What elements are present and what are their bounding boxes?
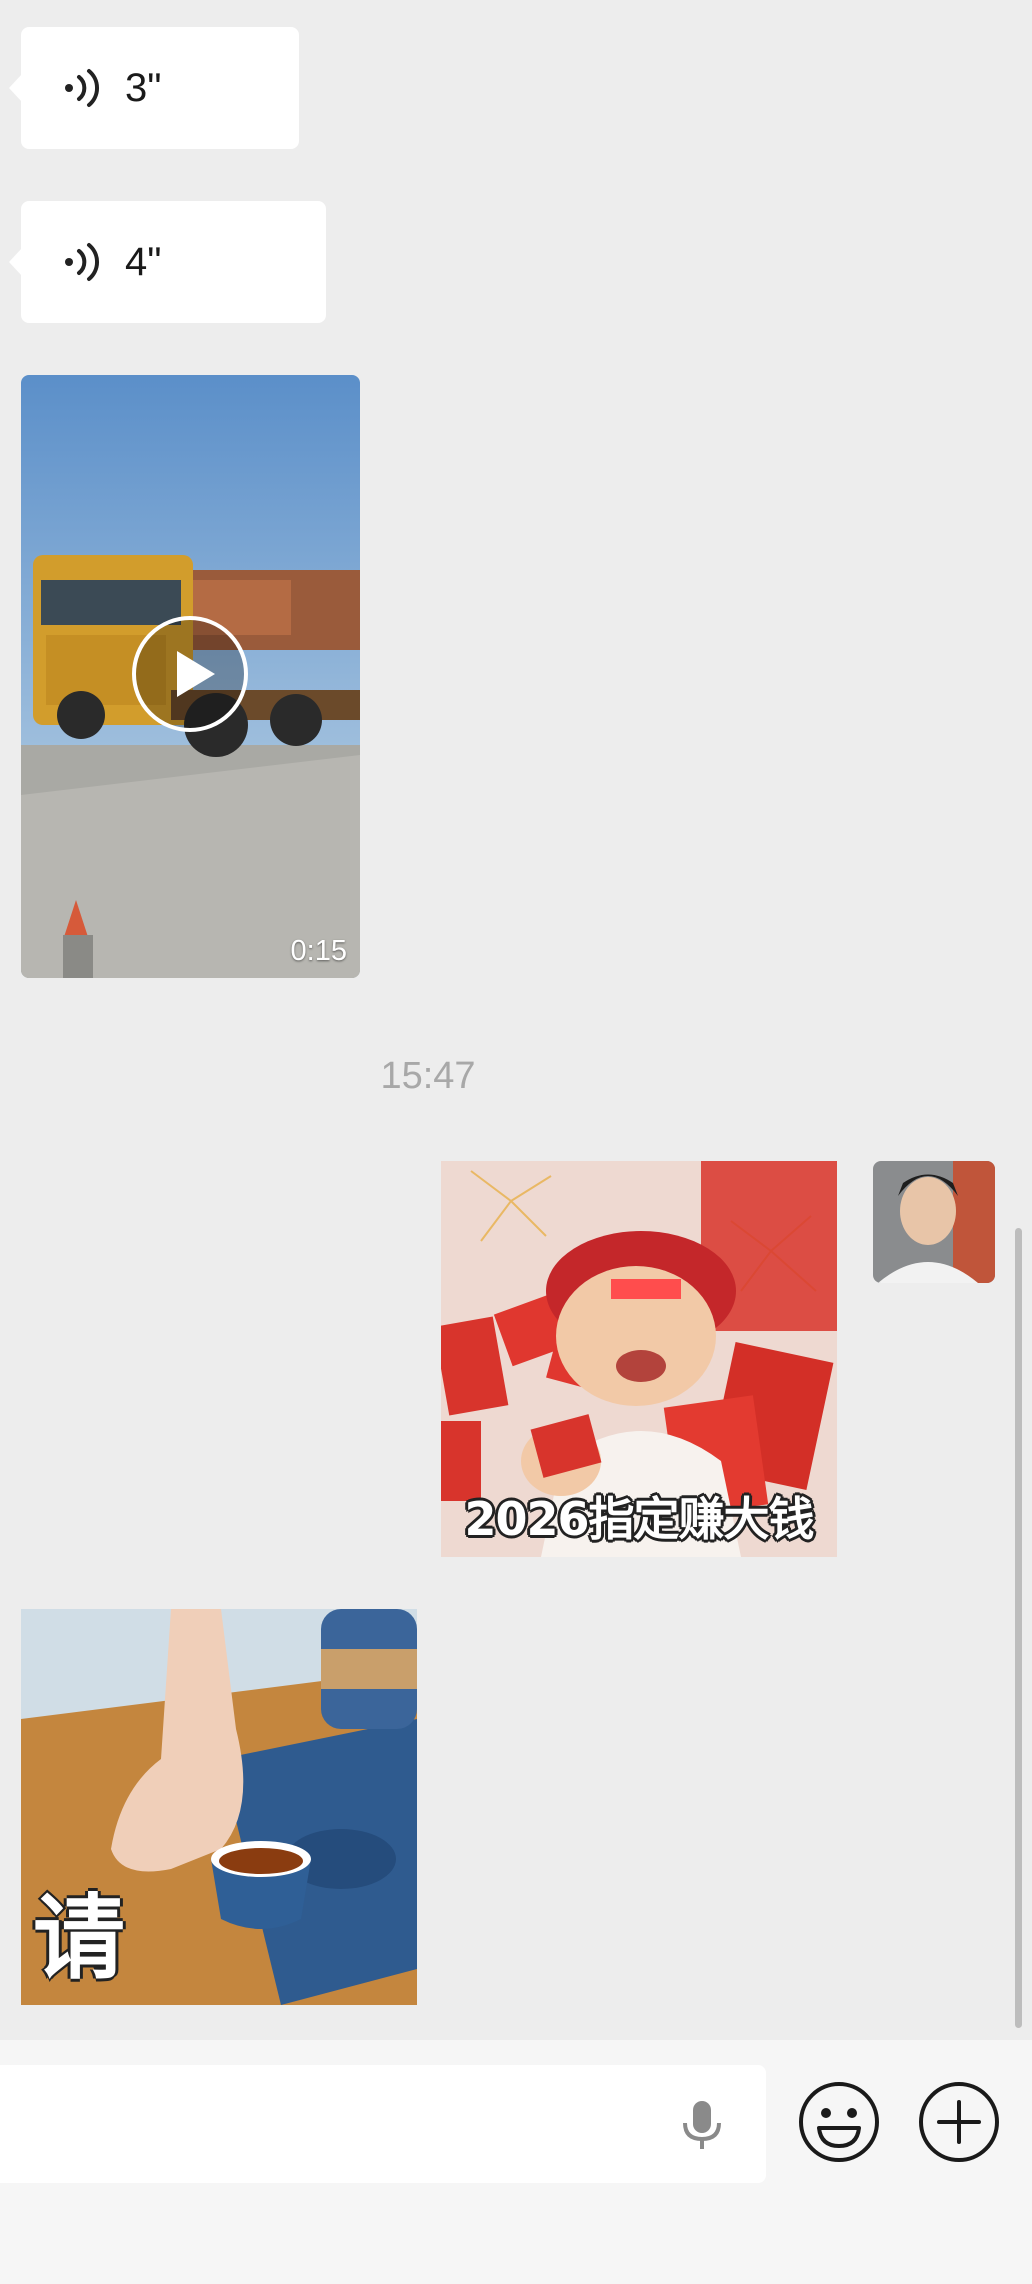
sticker-caption: 请 [33,1885,126,1992]
microphone-icon[interactable] [672,2093,732,2153]
voice-duration: 4" [125,240,162,284]
play-icon[interactable] [131,615,249,733]
sticker-message-new-year[interactable]: 2026指定赚大钱 [441,1161,837,1557]
plus-circle-icon[interactable] [917,2080,1001,2164]
video-message[interactable]: 0:15 [21,375,360,978]
video-duration: 0:15 [290,935,347,967]
sticker-message-tea[interactable]: 请 [21,1609,417,2005]
chat-history[interactable]: 3" 4" 0:15 15:47 2026指定赚大钱 请 [0,0,1032,2040]
voice-message-1[interactable]: 3" [9,27,299,149]
voice-wave-icon [65,243,100,281]
message-input-container[interactable] [0,2065,766,2185]
voice-wave-icon [65,69,100,107]
sticker-caption: 2026指定赚大钱 [464,1492,814,1546]
avatar-image [873,1161,995,1283]
avatar[interactable] [873,1161,995,1283]
voice-duration: 3" [125,66,162,110]
smiley-icon[interactable] [797,2080,881,2164]
voice-message-2[interactable]: 4" [9,201,326,323]
scrollbar[interactable] [1015,1228,1022,2028]
message-timestamp: 15:47 [380,1055,476,1097]
message-input[interactable] [0,2065,672,2185]
